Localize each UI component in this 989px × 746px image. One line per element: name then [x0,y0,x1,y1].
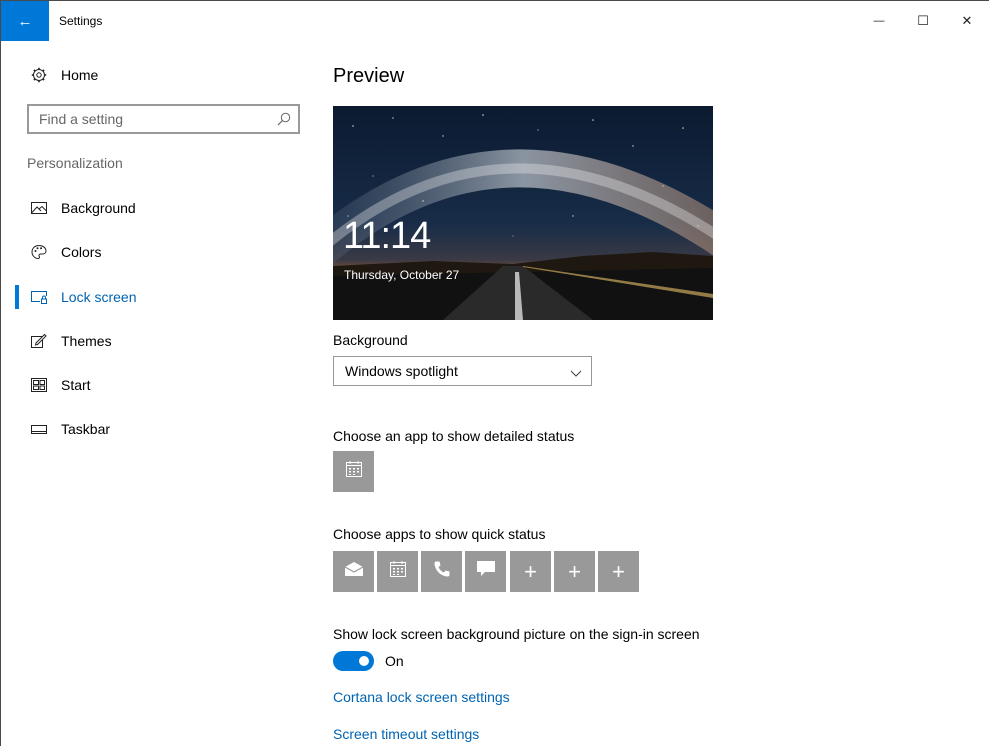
sidebar-item-label: Themes [61,333,112,349]
settings-window: ← Settings — ☐ ✕ Home Personalization [0,0,989,746]
add-icon: + [524,558,537,584]
dropdown-value: Windows spotlight [345,363,458,379]
quick-status-mail-button[interactable] [333,551,374,592]
sidebar-item-label: Start [61,377,91,393]
quick-status-label: Choose apps to show quick status [333,526,546,542]
search-input[interactable] [39,111,264,127]
active-indicator [15,285,19,309]
lock-screen-time: 11:14 [343,215,431,257]
back-arrow-icon: ← [17,12,33,30]
show-bg-on-signin-toggle[interactable] [333,651,374,671]
background-dropdown[interactable]: Windows spotlight [333,356,592,386]
start-icon [31,377,47,393]
minimize-icon: — [873,15,885,27]
toggle-knob [359,656,369,666]
main-content: Preview 11:14 Thursday, October 27 Backg… [333,41,973,746]
sidebar-item-label: Background [61,200,136,216]
quick-status-calendar-button[interactable] [377,551,418,592]
quick-status-phone-button[interactable] [421,551,462,592]
quick-status-add-button-1[interactable]: + [510,551,551,592]
sidebar: Home Personalization Background Colors [1,41,317,746]
search-icon[interactable] [277,112,291,126]
picture-icon [31,200,47,216]
chevron-down-icon [570,366,582,378]
lock-screen-icon [31,289,47,305]
sidebar-item-themes[interactable]: Themes [1,329,317,353]
taskbar-icon [31,421,47,437]
home-label: Home [61,67,99,83]
title-bar: ← Settings — ☐ ✕ [1,1,989,41]
maximize-icon: ☐ [917,13,929,28]
palette-icon [31,244,47,260]
close-icon: ✕ [961,13,973,28]
back-button[interactable]: ← [1,1,49,41]
sidebar-item-taskbar[interactable]: Taskbar [1,417,317,441]
mail-icon [344,561,364,582]
show-bg-on-signin-label: Show lock screen background picture on t… [333,626,700,642]
home-nav-item[interactable]: Home [1,63,98,87]
sidebar-item-lock-screen[interactable]: Lock screen [1,285,317,309]
sidebar-item-label: Colors [61,244,102,260]
lock-screen-date: Thursday, October 27 [344,268,460,282]
lock-screen-preview: 11:14 Thursday, October 27 [333,106,713,320]
detailed-status-app-button[interactable] [333,451,374,492]
phone-icon [433,560,451,583]
cortana-lock-screen-settings-link[interactable]: Cortana lock screen settings [333,689,510,705]
maximize-button[interactable]: ☐ [901,1,945,41]
sidebar-item-label: Lock screen [61,289,137,305]
quick-status-message-button[interactable] [465,551,506,592]
add-icon: + [612,558,625,584]
screen-timeout-settings-link[interactable]: Screen timeout settings [333,726,479,742]
quick-status-add-button-2[interactable]: + [554,551,595,592]
sidebar-item-background[interactable]: Background [1,196,317,220]
window-controls: — ☐ ✕ [857,1,989,41]
gear-icon [31,67,47,83]
calendar-icon [389,560,407,583]
message-icon [476,560,496,583]
section-label: Personalization [27,155,123,171]
toggle-state-label: On [385,653,404,669]
minimize-button[interactable]: — [857,1,901,41]
page-title: Preview [333,65,405,87]
sidebar-item-label: Taskbar [61,421,111,437]
background-label: Background [333,332,408,348]
sidebar-item-colors[interactable]: Colors [1,240,317,264]
window-title: Settings [59,14,103,28]
themes-icon [31,333,47,349]
add-icon: + [568,558,581,584]
close-button[interactable]: ✕ [945,1,989,41]
preview-background-image [333,106,713,320]
calendar-icon [345,460,363,483]
sidebar-item-start[interactable]: Start [1,373,317,397]
detailed-status-label: Choose an app to show detailed status [333,428,575,444]
search-box[interactable] [27,104,300,134]
quick-status-add-button-3[interactable]: + [598,551,639,592]
